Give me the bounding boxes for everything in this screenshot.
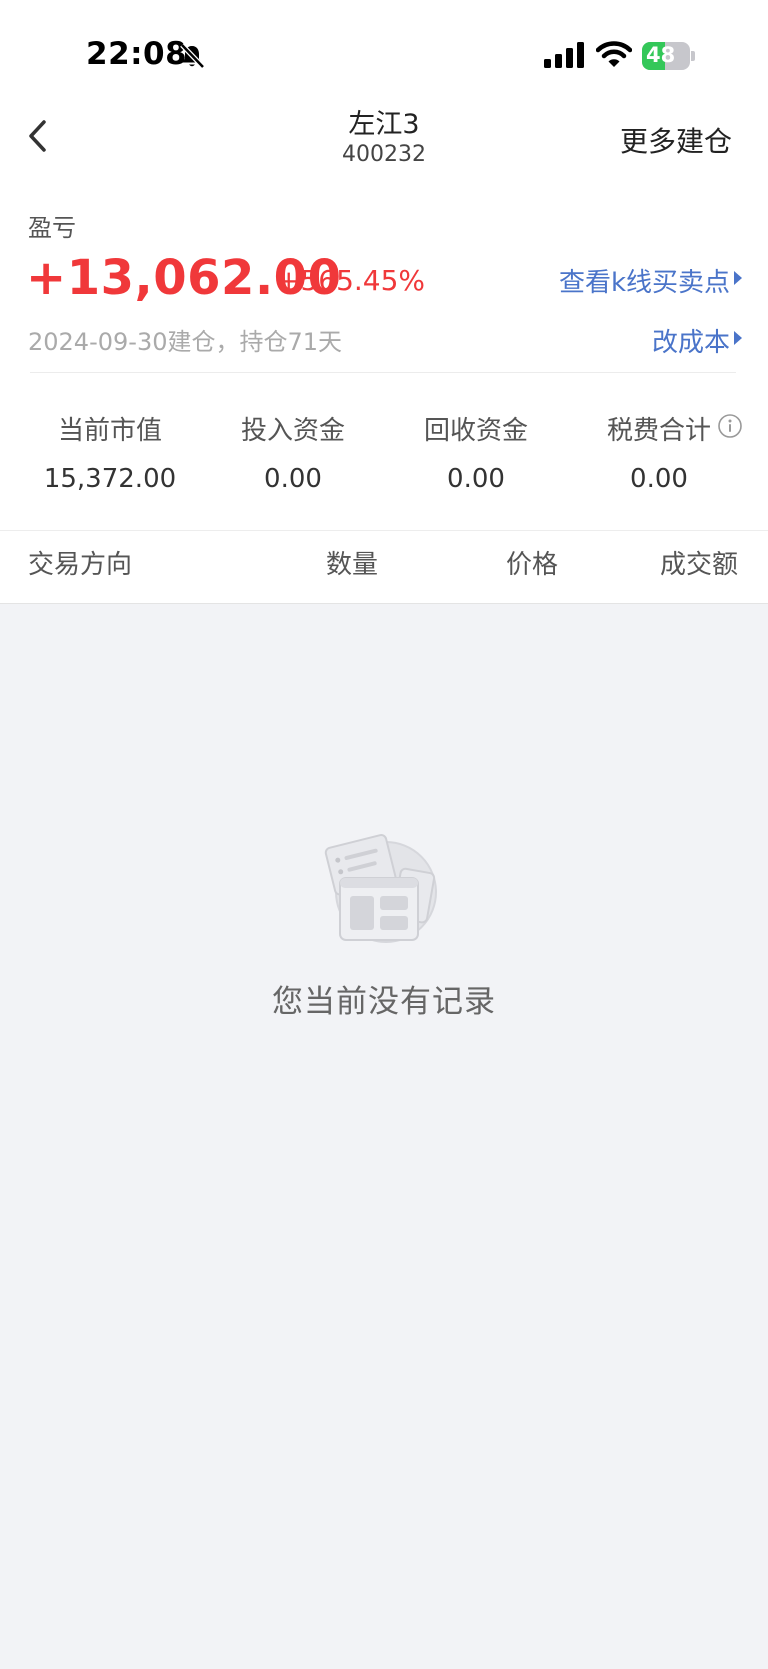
stat-value-invested: 0.00 bbox=[264, 464, 322, 494]
cost-arrow-icon[interactable] bbox=[734, 331, 742, 345]
stat-value-recovered: 0.00 bbox=[447, 464, 505, 494]
pnl-label: 盈亏 bbox=[28, 214, 76, 242]
divider bbox=[30, 372, 736, 373]
battery-percent: 48 bbox=[646, 43, 676, 67]
empty-state-message: 您当前没有记录 bbox=[272, 984, 496, 1020]
back-chevron-icon[interactable] bbox=[24, 116, 52, 156]
column-header-direction: 交易方向 bbox=[28, 550, 133, 580]
column-header-quantity: 数量 bbox=[326, 550, 379, 580]
stock-name: 左江3 bbox=[348, 109, 420, 140]
stock-code: 400232 bbox=[342, 142, 426, 167]
position-detail-page: 22:08 48 左江3 400232 更多建仓 盈亏 +13,062.00 +… bbox=[0, 0, 768, 1669]
more-build-position-button[interactable]: 更多建仓 bbox=[620, 120, 732, 160]
cellular-signal-icon bbox=[544, 42, 584, 68]
summary-panel: 22:08 48 左江3 400232 更多建仓 盈亏 +13,062.00 +… bbox=[0, 0, 768, 604]
change-cost-link[interactable]: 改成本 bbox=[652, 322, 730, 359]
empty-records-icon bbox=[324, 834, 437, 943]
pnl-percent: +565.45% bbox=[277, 264, 426, 297]
column-header-price: 价格 bbox=[506, 550, 559, 580]
battery-indicator: 48 bbox=[642, 42, 695, 70]
stat-value-fees: 0.00 bbox=[630, 464, 688, 494]
divider bbox=[0, 603, 768, 604]
stat-label-market-value: 当前市值 bbox=[57, 416, 162, 446]
status-time: 22:08 bbox=[86, 36, 188, 72]
stat-label-recovered: 回收资金 bbox=[423, 416, 528, 446]
wifi-icon bbox=[596, 41, 632, 67]
column-header-amount: 成交额 bbox=[660, 550, 739, 580]
stat-label-invested: 投入资金 bbox=[240, 416, 345, 446]
stat-value-market-value: 15,372.00 bbox=[43, 464, 177, 494]
bell-muted-icon bbox=[180, 43, 205, 69]
kline-arrow-icon[interactable] bbox=[734, 271, 742, 285]
position-date-info: 2024-09-30建仓，持仓71天 bbox=[28, 328, 343, 356]
divider bbox=[0, 530, 768, 531]
info-icon[interactable] bbox=[717, 413, 743, 439]
view-kline-link[interactable]: 查看k线买卖点 bbox=[559, 262, 730, 299]
